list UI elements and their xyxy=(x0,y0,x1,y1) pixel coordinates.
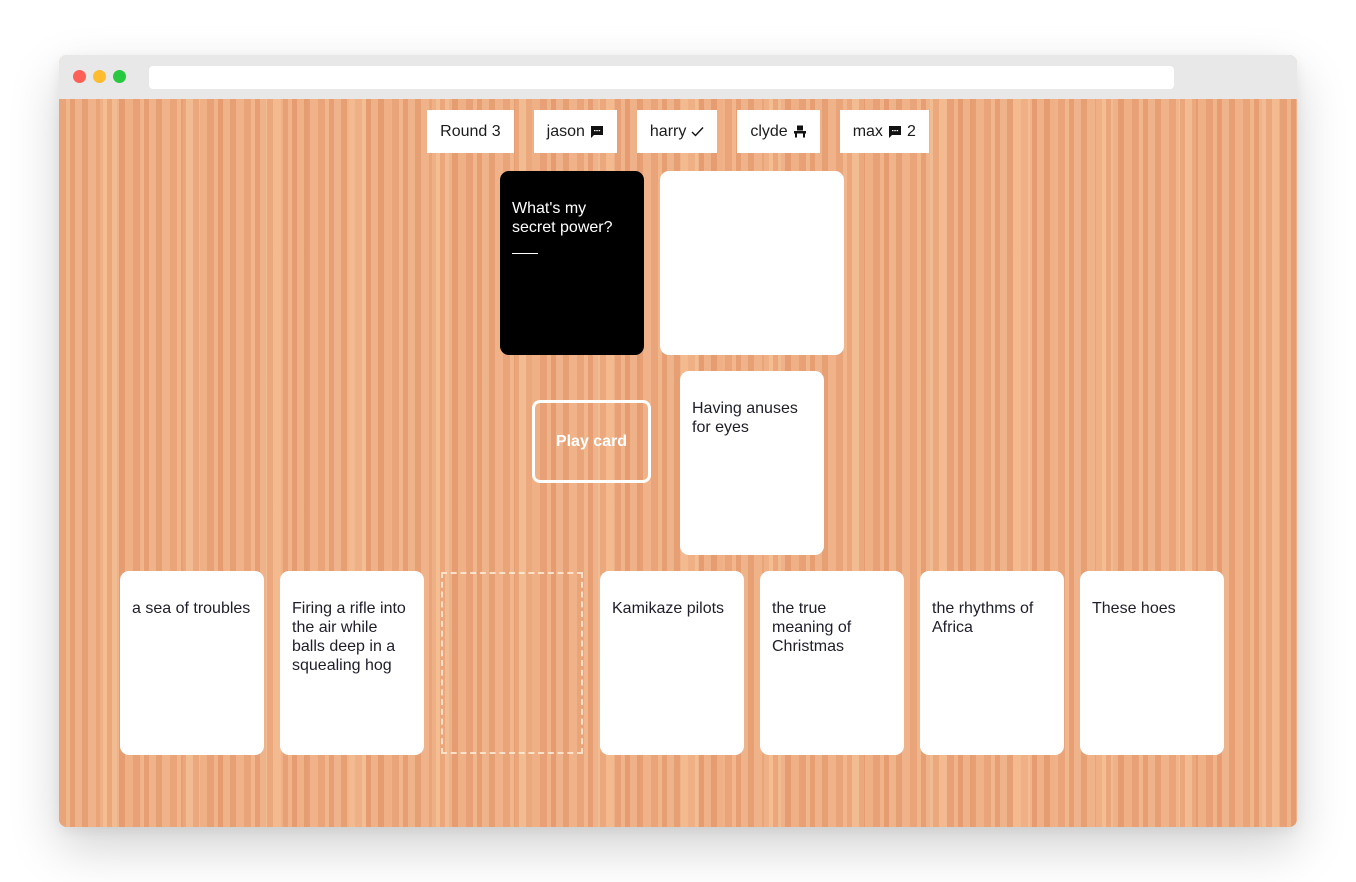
card-text: the true meaning of Christmas xyxy=(772,600,852,655)
scoreboard: Round 3 jason harry clyde max 2 xyxy=(59,110,1297,153)
browser-window: Round 3 jason harry clyde max 2 What's m… xyxy=(59,55,1297,827)
address-bar[interactable] xyxy=(149,66,1174,89)
black-prompt-card: What's my secret power? xyxy=(500,171,644,355)
hand-card[interactable]: the rhythms of Africa xyxy=(920,571,1064,755)
selected-white-card[interactable]: Having anuses for eyes xyxy=(680,371,824,555)
player-chip-max: max 2 xyxy=(839,110,929,153)
minimize-window-button[interactable] xyxy=(93,70,106,83)
hand-card[interactable]: the true meaning of Christmas xyxy=(760,571,904,755)
chat-bubble-icon xyxy=(888,125,902,138)
round-label: Round 3 xyxy=(440,122,501,140)
card-text: These hoes xyxy=(1092,600,1176,617)
hand-card[interactable]: Firing a rifle into the air while balls … xyxy=(280,571,424,755)
maximize-window-button[interactable] xyxy=(113,70,126,83)
hand-card[interactable]: a sea of troubles xyxy=(120,571,264,755)
player-chip-clyde: clyde xyxy=(737,110,820,153)
card-text: Kamikaze pilots xyxy=(612,600,725,617)
card-text: Firing a rifle into the air while balls … xyxy=(292,600,406,674)
answer-slot-card[interactable] xyxy=(660,171,844,355)
player-name: max xyxy=(852,122,883,140)
chat-bubble-icon xyxy=(590,125,604,138)
close-window-button[interactable] xyxy=(73,70,86,83)
player-name: clyde xyxy=(750,122,788,140)
empty-hand-slot xyxy=(441,572,583,754)
player-name: harry xyxy=(649,122,687,140)
prompt-text: What's my secret power? xyxy=(512,200,613,236)
browser-titlebar xyxy=(59,55,1297,99)
hand-card[interactable]: These hoes xyxy=(1080,571,1224,755)
player-name: jason xyxy=(546,122,585,140)
hand-card[interactable]: Kamikaze pilots xyxy=(600,571,744,755)
card-text: the rhythms of Africa xyxy=(932,600,1034,636)
card-text: a sea of troubles xyxy=(132,600,251,617)
player-score: 2 xyxy=(906,122,916,140)
card-text: Having anuses for eyes xyxy=(692,400,798,436)
checkmark-icon xyxy=(691,126,704,137)
player-chip-jason: jason xyxy=(533,110,617,153)
game-table: Round 3 jason harry clyde max 2 What's m… xyxy=(59,99,1297,827)
prompt-blank xyxy=(512,253,538,254)
judge-chair-icon xyxy=(793,125,807,138)
player-chip-harry: harry xyxy=(636,110,718,153)
round-indicator: Round 3 xyxy=(427,110,514,153)
play-card-button[interactable]: Play card xyxy=(532,400,651,483)
